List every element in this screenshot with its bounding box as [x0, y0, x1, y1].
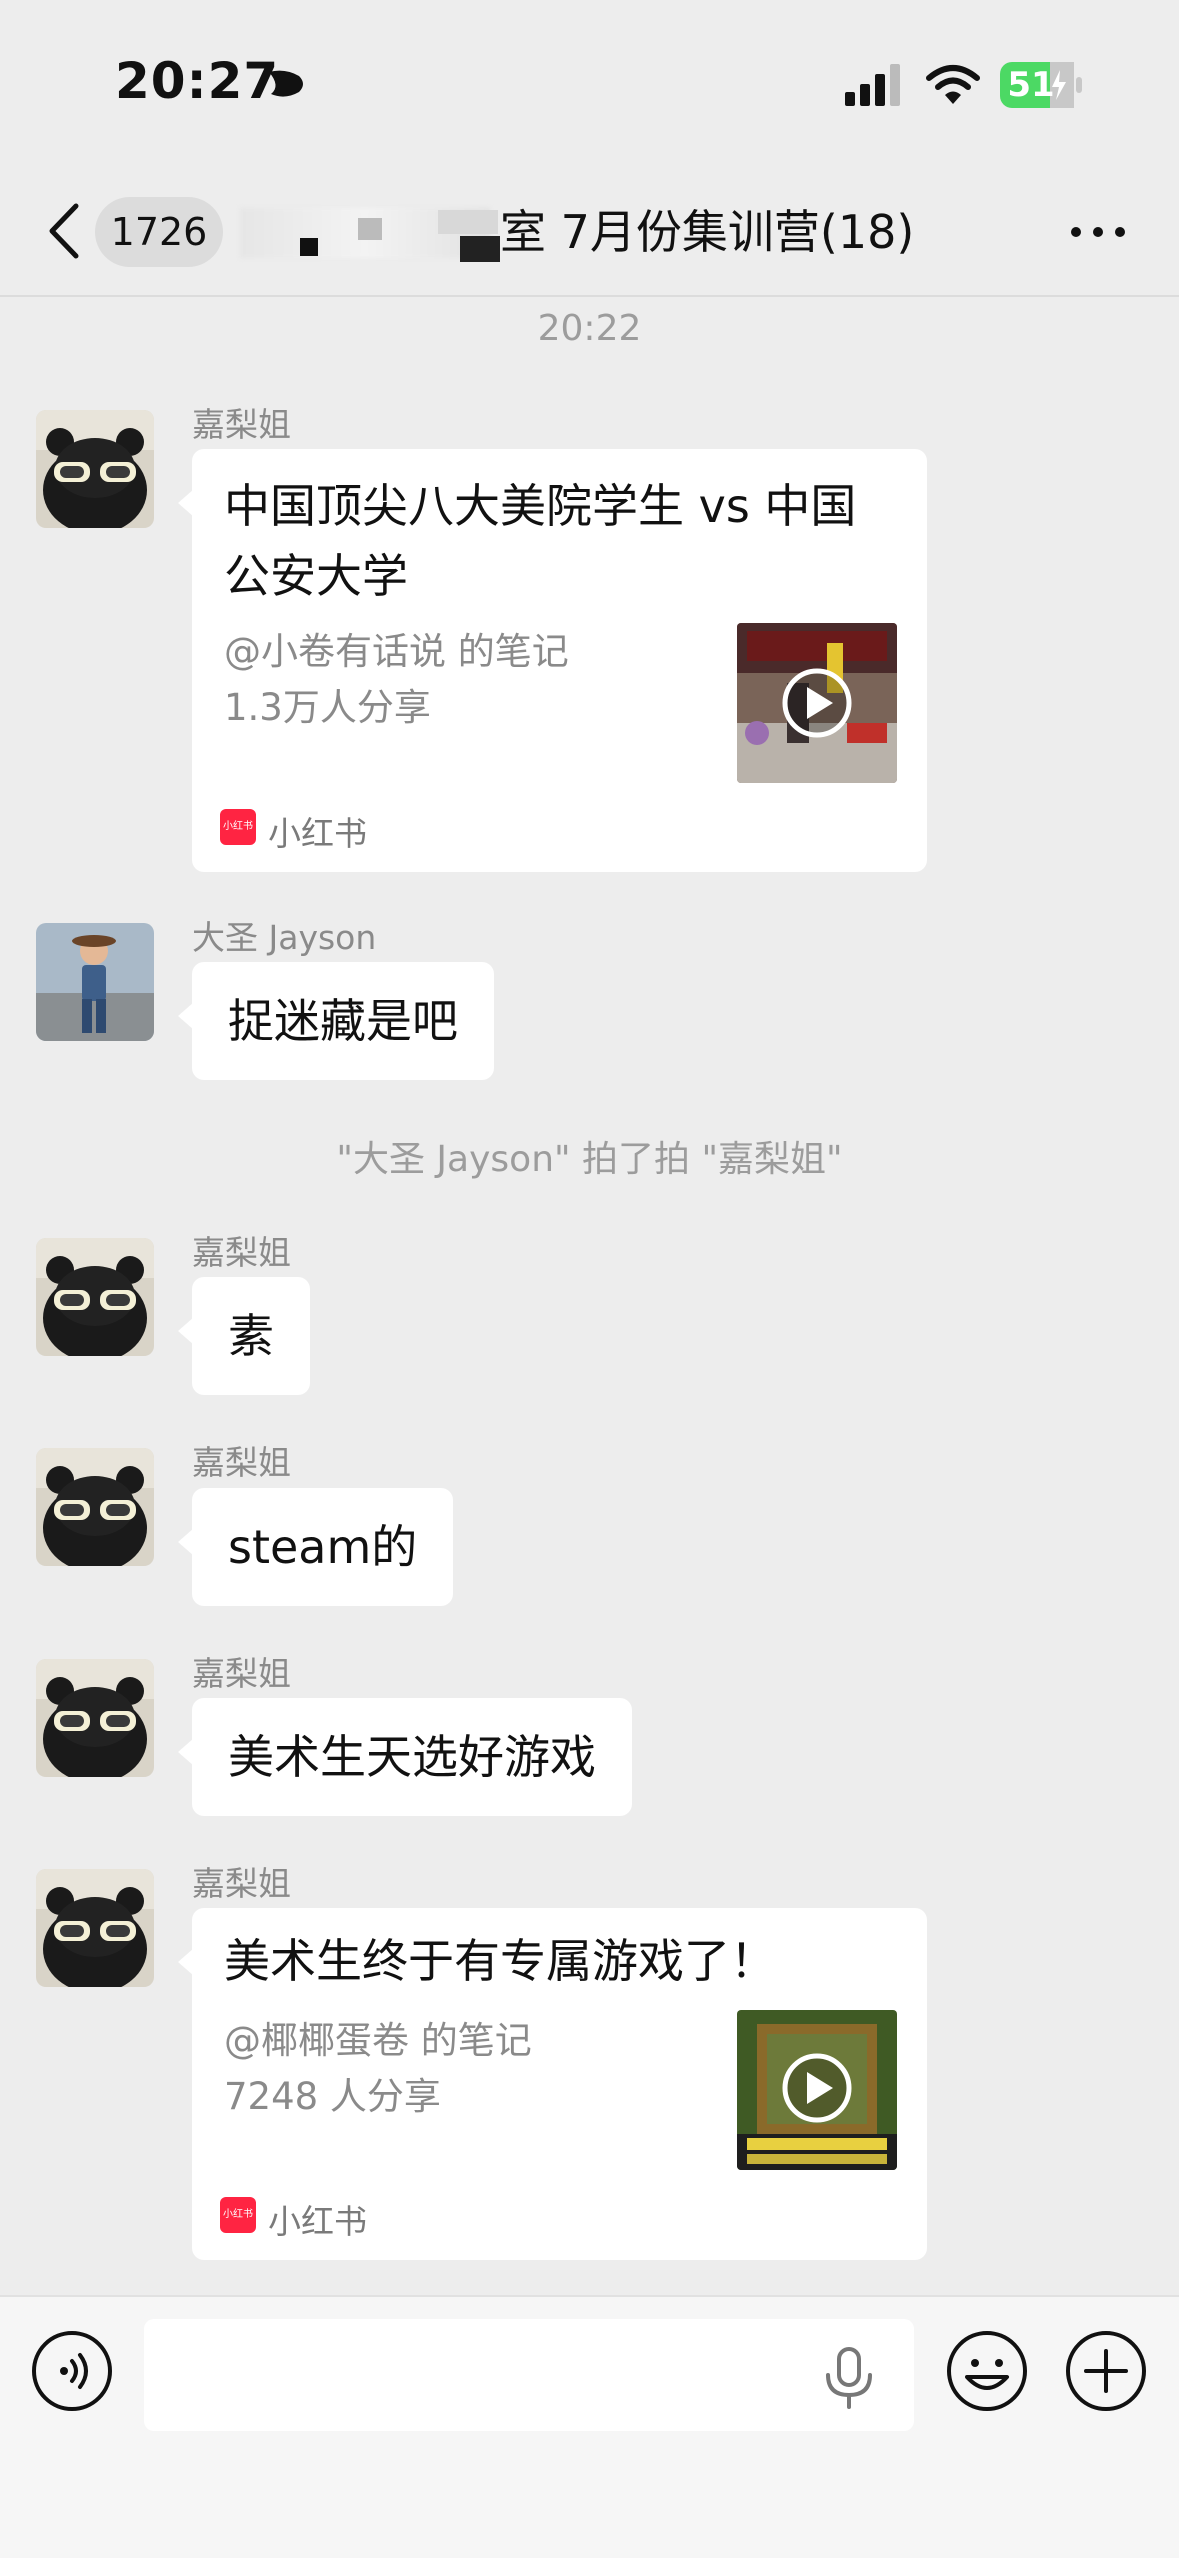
avatar[interactable]: [36, 410, 154, 528]
avatar[interactable]: [36, 1448, 154, 1566]
video-thumbnail: [737, 623, 897, 783]
message-input[interactable]: [144, 2319, 914, 2431]
pat-system-message: "大圣 Jayson" 拍了拍 "嘉梨姐": [336, 1139, 843, 1180]
xiaohongshu-icon: 小红书: [220, 809, 256, 845]
card-author: @小卷有话说 的笔记: [224, 630, 569, 673]
sender-name: 嘉梨姐: [192, 405, 291, 444]
emoji-icon[interactable]: [945, 2329, 1029, 2413]
card-author: @椰椰蛋卷 的笔记: [224, 2019, 532, 2062]
redaction-block: [460, 236, 500, 262]
panda-avatar-image: [36, 410, 154, 528]
avatar[interactable]: [36, 923, 154, 1041]
more-icon[interactable]: [1068, 220, 1128, 244]
cellular-signal-icon: [845, 64, 900, 106]
time-separator: 20:22: [537, 308, 642, 349]
video-thumbnail: [737, 2010, 897, 2170]
text-message[interactable]: 捉迷藏是吧: [178, 962, 494, 1080]
input-bar: [0, 2295, 1179, 2558]
sender-name: 嘉梨姐: [192, 1443, 291, 1482]
card-title: 中国顶尖八大美院学生 vs 中国公安大学: [224, 479, 857, 603]
focus-moon-icon: [269, 70, 303, 97]
text-message[interactable]: steam的: [177, 1488, 454, 1606]
sender-name: 嘉梨姐: [192, 1233, 291, 1272]
plus-icon[interactable]: [1064, 2329, 1148, 2413]
chat-header: 1726 室 7月份集训营(18): [0, 170, 1179, 297]
text-message[interactable]: 美术生天选好游戏: [178, 1698, 632, 1816]
voice-icon[interactable]: [30, 2329, 114, 2413]
card-title: 美术生终于有专属游戏了！: [224, 1934, 776, 1988]
wifi-icon: [926, 65, 980, 104]
xiaohongshu-icon: 小红书: [220, 2197, 256, 2233]
card-source: 小红书: [268, 814, 367, 853]
back-icon[interactable]: [44, 200, 84, 262]
child-avatar-image: [36, 923, 154, 1041]
avatar[interactable]: [36, 1869, 154, 1987]
avatar[interactable]: [36, 1659, 154, 1777]
home-area: [0, 2520, 1179, 2556]
redaction-block: [300, 238, 318, 256]
status-bar: 20:27 51: [0, 0, 1179, 170]
shared-note-card[interactable]: 中国顶尖八大美院学生 vs 中国公安大学 @小卷有话说 的笔记 1.3万人分享 …: [178, 449, 927, 872]
status-time: 20:27: [115, 52, 280, 110]
text-message[interactable]: 素: [178, 1277, 310, 1395]
redaction-block: [358, 218, 382, 240]
avatar[interactable]: [36, 1238, 154, 1356]
card-source: 小红书: [268, 2202, 367, 2241]
mic-icon[interactable]: [820, 2347, 878, 2409]
card-share-count: 7248 人分享: [224, 2075, 441, 2118]
card-share-count: 1.3万人分享: [224, 686, 431, 729]
sender-name: 嘉梨姐: [192, 1654, 291, 1693]
chat-title: 室 7月份集训营(18): [500, 205, 915, 259]
shared-note-card[interactable]: 美术生终于有专属游戏了！ @椰椰蛋卷 的笔记 7248 人分享 小红书 小红书: [178, 1908, 927, 2260]
redaction-block: [438, 210, 498, 234]
unread-count-badge[interactable]: 1726: [95, 197, 223, 267]
battery-level: 51: [1007, 65, 1055, 105]
sender-name: 大圣 Jayson: [192, 918, 377, 957]
sender-name: 嘉梨姐: [192, 1864, 291, 1903]
